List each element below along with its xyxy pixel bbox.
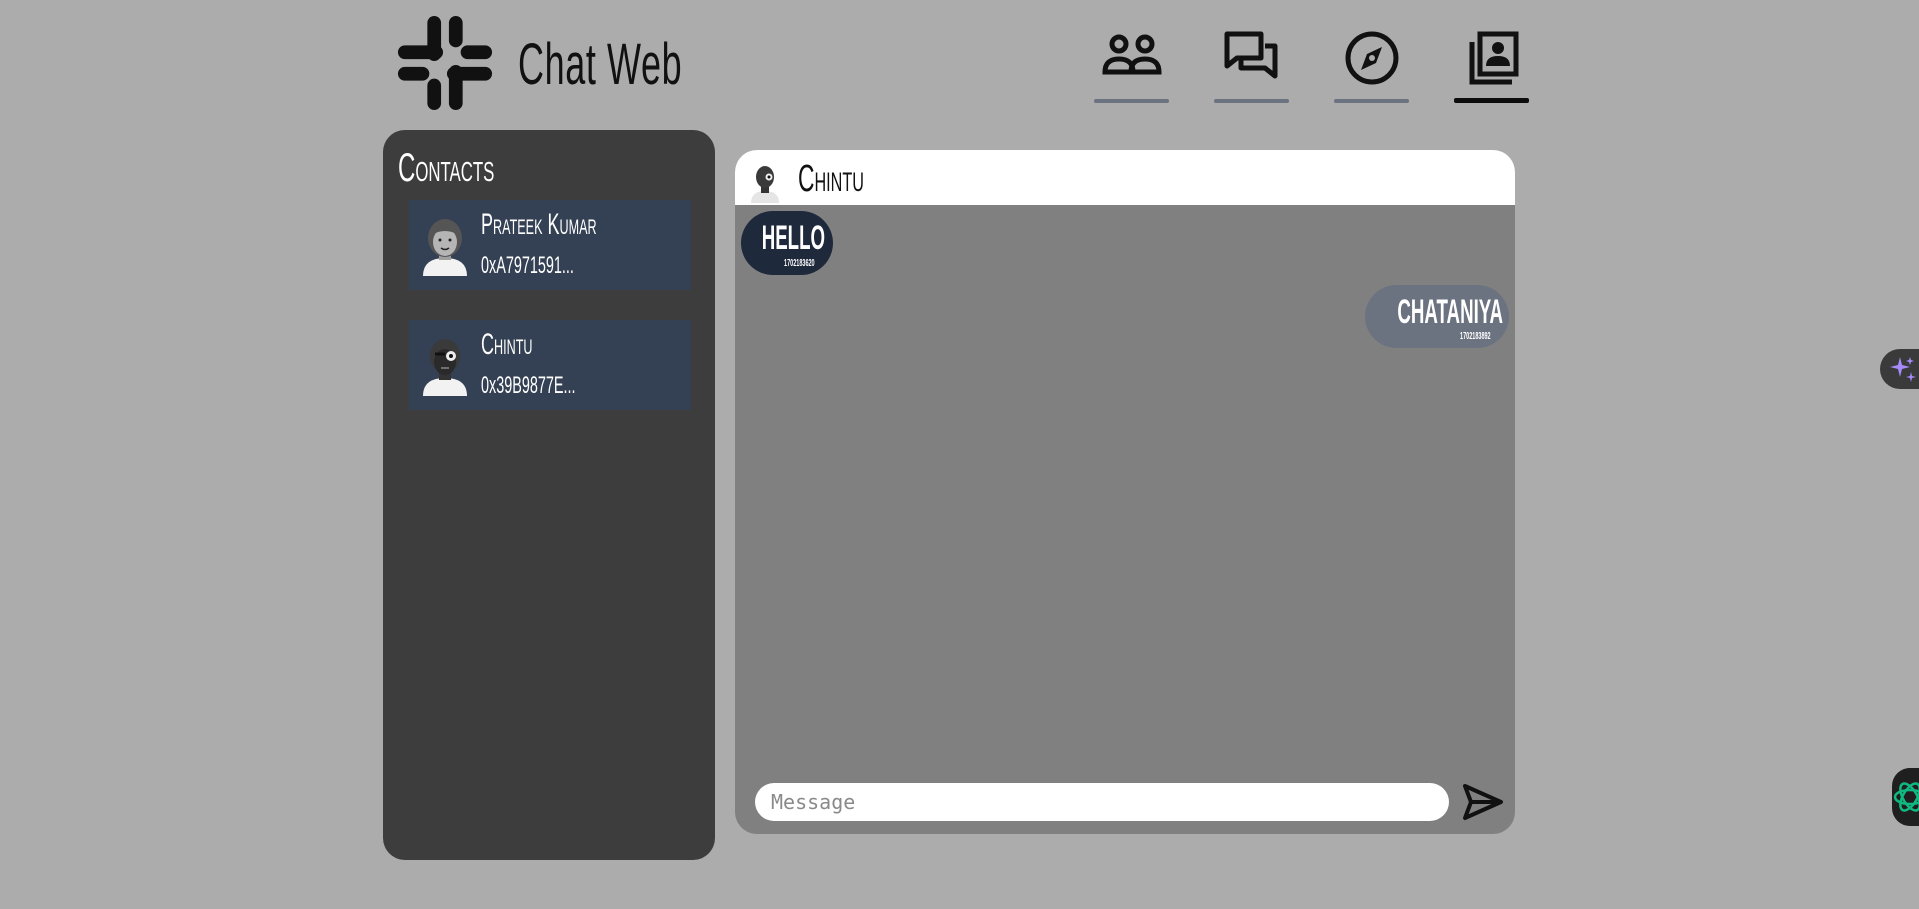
chat-header: Chintu <box>735 150 1515 205</box>
chat-contact-name: Chintu <box>798 158 864 200</box>
message-text: CHATANIYA <box>1397 293 1504 331</box>
chat-panel: Chintu HELLO 1702183620 CHATANIYA 170218… <box>735 150 1515 834</box>
contacts-panel: Contacts Prateek Kumar 0xA7971591... Chi… <box>383 130 715 860</box>
people-icon <box>1101 34 1162 75</box>
openai-icon <box>1893 782 1919 812</box>
contacts-title: Contacts <box>398 146 495 190</box>
nav-friends[interactable] <box>1094 30 1169 103</box>
contact-address: 0x39B9877E... <box>481 372 576 399</box>
nav-contacts[interactable] <box>1454 30 1529 103</box>
slack-logo <box>396 14 494 112</box>
contact-item-chintu[interactable]: Chintu 0x39B9877E... <box>409 320 691 410</box>
avatar <box>417 332 473 396</box>
chatgpt-widget[interactable] <box>1892 768 1919 826</box>
chat-bubbles-icon <box>1224 31 1277 79</box>
ai-assistant-widget[interactable] <box>1880 349 1919 389</box>
avatar <box>417 212 473 276</box>
main-nav <box>1094 30 1529 103</box>
contact-card-icon <box>1469 31 1518 85</box>
contact-address: 0xA7971591... <box>481 252 574 279</box>
send-button[interactable] <box>1461 782 1505 822</box>
message-timestamp: 1702183620 <box>784 258 815 269</box>
message-timestamp: 1702183892 <box>1460 331 1491 342</box>
contact-name: Chintu <box>481 328 533 361</box>
nav-explore[interactable] <box>1334 30 1409 103</box>
message-input[interactable] <box>755 783 1449 821</box>
message-bubble-incoming: HELLO 1702183620 <box>741 211 833 275</box>
contact-name: Prateek Kumar <box>481 208 597 241</box>
nav-chats[interactable] <box>1214 30 1289 103</box>
contact-item-prateek[interactable]: Prateek Kumar 0xA7971591... <box>409 200 691 290</box>
message-bubble-outgoing: CHATANIYA 1702183892 <box>1365 285 1509 348</box>
app-title: Chat Web <box>518 32 683 97</box>
sparkle-icon <box>1890 357 1916 382</box>
compass-icon <box>1345 31 1398 85</box>
avatar <box>751 166 779 203</box>
message-text: HELLO <box>761 219 826 257</box>
send-icon <box>1463 784 1503 820</box>
